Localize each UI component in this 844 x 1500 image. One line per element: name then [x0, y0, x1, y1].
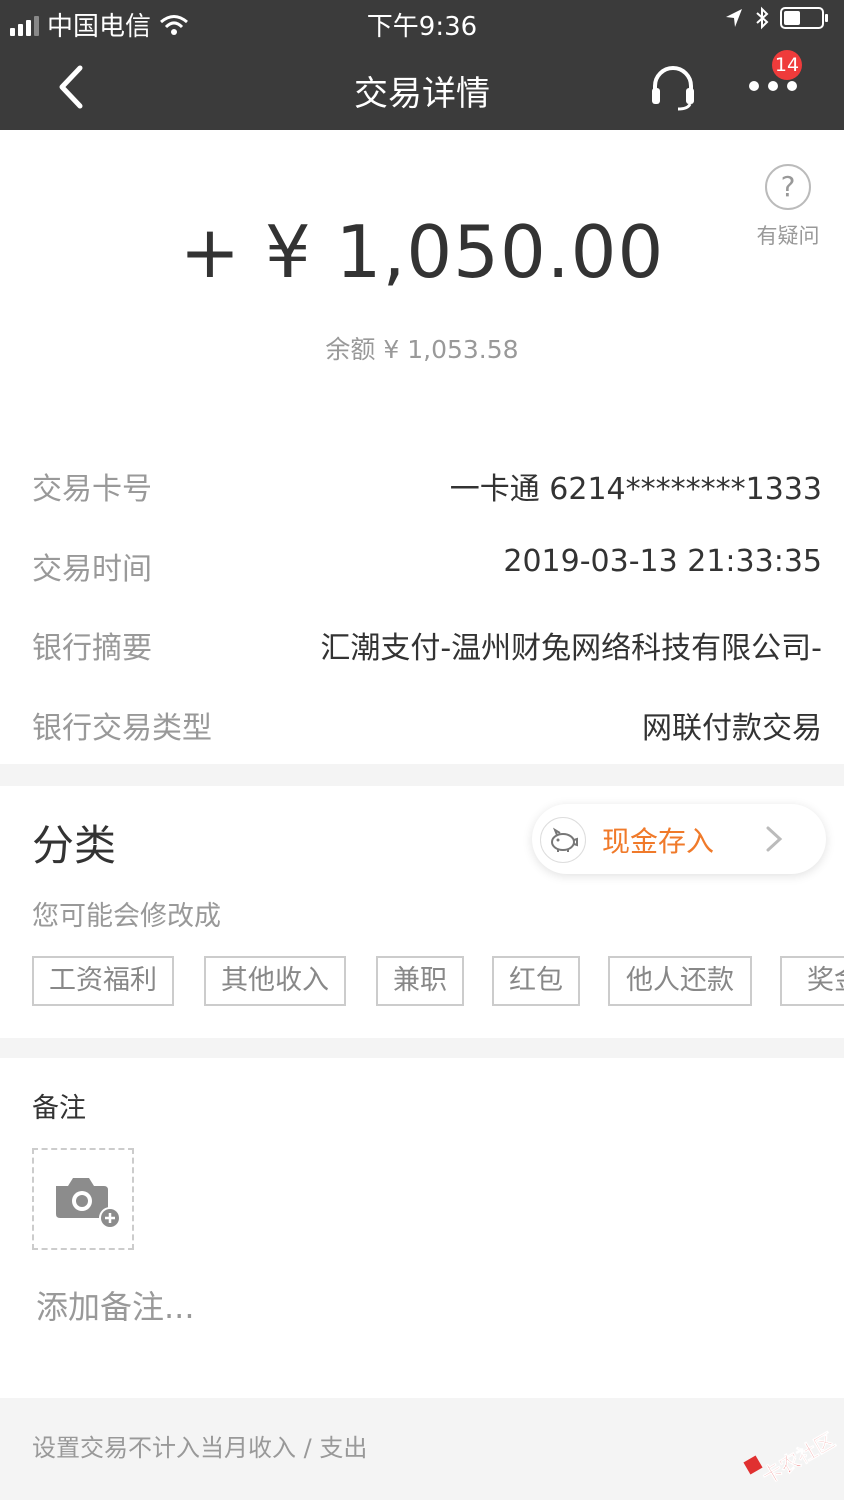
category-hint: 您可能会修改成	[32, 901, 221, 932]
nav-bar: 交易详情	[0, 44, 844, 130]
detail-label: 交易时间	[32, 552, 152, 587]
category-tag[interactable]: 工资福利	[32, 956, 174, 1006]
status-time: 下午9:36	[366, 12, 478, 42]
detail-value: 汇潮支付-温州财兔网络科技有限公司-	[320, 631, 822, 666]
category-selected-label: 现金存入	[602, 825, 715, 858]
bluetooth-icon	[756, 6, 769, 30]
detail-row-time: 交易时间 2019-03-13 21:33:35	[32, 544, 822, 594]
notification-badge: 14	[772, 50, 802, 80]
help-label: 有疑问	[756, 224, 820, 248]
category-tag[interactable]: 奖金	[780, 956, 844, 1006]
detail-value: 一卡通 6214********1333	[449, 472, 822, 507]
detail-value: 网联付款交易	[642, 711, 822, 746]
watermark-logo: 卡农社区	[743, 1428, 839, 1482]
location-icon	[726, 9, 742, 27]
detail-row-card-number: 交易卡号 一卡通 6214********1333	[32, 464, 822, 514]
category-title: 分类	[32, 821, 117, 870]
help-button[interactable]: ? 有疑问	[752, 164, 824, 250]
status-right	[724, 6, 830, 30]
status-bar: 中国电信 下午9:36	[0, 0, 844, 44]
detail-value: 2019-03-13 21:33:35	[503, 544, 822, 579]
exclude-from-stats-setting[interactable]: 设置交易不计入当月收入 / 支出	[32, 1428, 367, 1463]
category-tag[interactable]: 其他收入	[204, 956, 346, 1006]
transaction-amount: + ¥ 1,050.00	[179, 210, 665, 294]
category-tag[interactable]: 兼职	[376, 956, 464, 1006]
camera-add-icon	[56, 1178, 121, 1229]
note-input[interactable]: 添加备注...	[36, 1282, 195, 1328]
detail-label: 银行交易类型	[32, 711, 212, 746]
detail-row-summary: 银行摘要 汇潮支付-温州财兔网络科技有限公司-	[32, 623, 822, 673]
question-icon: ?	[765, 164, 811, 210]
balance-text: 余额 ¥ 1,053.58	[325, 335, 519, 364]
svg-text:卡农社区: 卡农社区	[758, 1428, 839, 1482]
chevron-right-icon	[766, 826, 783, 852]
detail-label: 交易卡号	[32, 472, 152, 507]
detail-label: 银行摘要	[32, 631, 152, 666]
category-tag[interactable]: 红包	[492, 956, 580, 1006]
headset-icon[interactable]	[648, 62, 698, 112]
piggy-bank-icon	[540, 817, 586, 863]
battery-icon	[780, 7, 828, 29]
category-tag[interactable]: 他人还款	[608, 956, 752, 1006]
add-photo-button[interactable]	[32, 1148, 134, 1250]
category-selector[interactable]: 现金存入	[532, 804, 826, 874]
note-title: 备注	[32, 1093, 86, 1124]
detail-row-type: 银行交易类型 网联付款交易	[32, 703, 822, 753]
page-title: 交易详情	[354, 74, 490, 114]
